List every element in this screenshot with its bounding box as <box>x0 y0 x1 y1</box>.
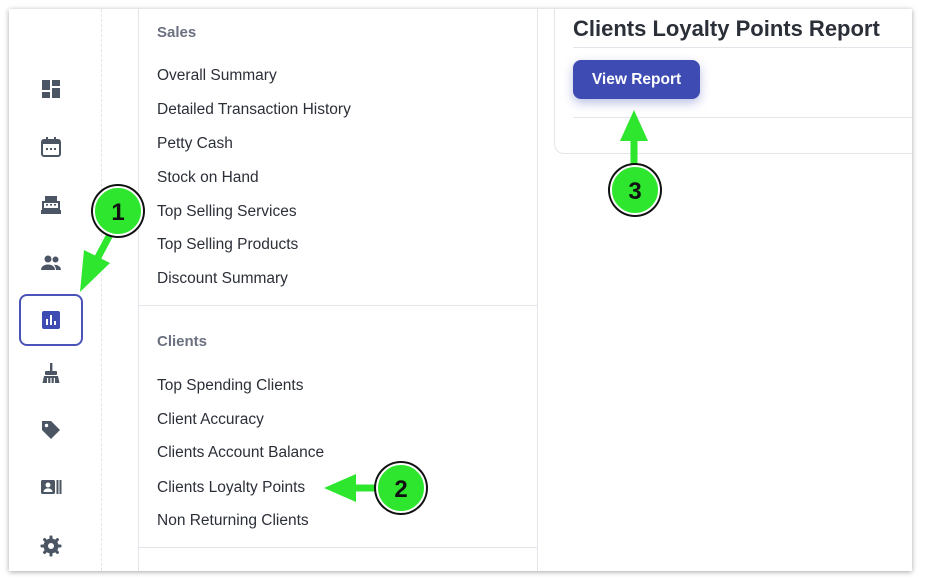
menu-item-clients-loyalty-points[interactable]: Clients Loyalty Points <box>157 479 305 497</box>
nav-clients[interactable] <box>19 237 83 289</box>
menu-item-top-spending-clients[interactable]: Top Spending Clients <box>157 377 304 395</box>
nav-staff[interactable] <box>19 461 83 513</box>
menu-item-client-accuracy[interactable]: Client Accuracy <box>157 411 264 429</box>
menu-item-discount-summary[interactable]: Discount Summary <box>157 270 288 288</box>
menu-item-detailed-transaction-history[interactable]: Detailed Transaction History <box>157 101 351 119</box>
cash-register-icon <box>41 196 61 214</box>
menu-item-stock-on-hand[interactable]: Stock on Hand <box>157 169 259 187</box>
dashboard-icon <box>42 80 60 98</box>
section-divider <box>139 305 537 306</box>
clients-section-title: Clients <box>157 333 208 350</box>
menu-item-overall-summary[interactable]: Overall Summary <box>157 67 277 85</box>
nav-sales[interactable] <box>19 179 83 231</box>
menu-item-top-selling-products[interactable]: Top Selling Products <box>157 236 298 254</box>
menu-item-non-returning-clients[interactable]: Non Returning Clients <box>157 512 309 530</box>
reports-menu: Sales Overall Summary Detailed Transacti… <box>138 9 538 571</box>
sales-section-title: Sales <box>157 24 197 41</box>
menu-item-top-selling-services[interactable]: Top Selling Services <box>157 203 297 221</box>
card-footer-divider <box>573 117 912 118</box>
nav-calendar[interactable] <box>19 121 83 173</box>
nav-dashboard[interactable] <box>19 63 83 115</box>
nav-reports[interactable] <box>19 294 83 346</box>
menu-item-petty-cash[interactable]: Petty Cash <box>157 135 233 153</box>
calendar-icon <box>41 137 61 157</box>
tag-icon <box>42 421 60 439</box>
cleaning-icon <box>42 363 60 383</box>
sidebar-rail <box>9 9 102 571</box>
view-report-button[interactable]: View Report <box>573 60 700 99</box>
card-header-divider <box>573 47 912 48</box>
menu-item-clients-account-balance[interactable]: Clients Account Balance <box>157 444 324 462</box>
staff-card-icon <box>41 480 62 494</box>
settings-icon <box>40 535 62 557</box>
clients-icon <box>41 255 61 270</box>
app-window: Sales Overall Summary Detailed Transacti… <box>9 9 912 571</box>
section-divider <box>139 547 537 548</box>
report-title: Clients Loyalty Points Report <box>573 16 880 41</box>
nav-tags[interactable] <box>19 404 83 456</box>
nav-settings[interactable] <box>19 520 83 571</box>
reports-icon <box>42 311 60 329</box>
nav-cleaning[interactable] <box>19 347 83 399</box>
